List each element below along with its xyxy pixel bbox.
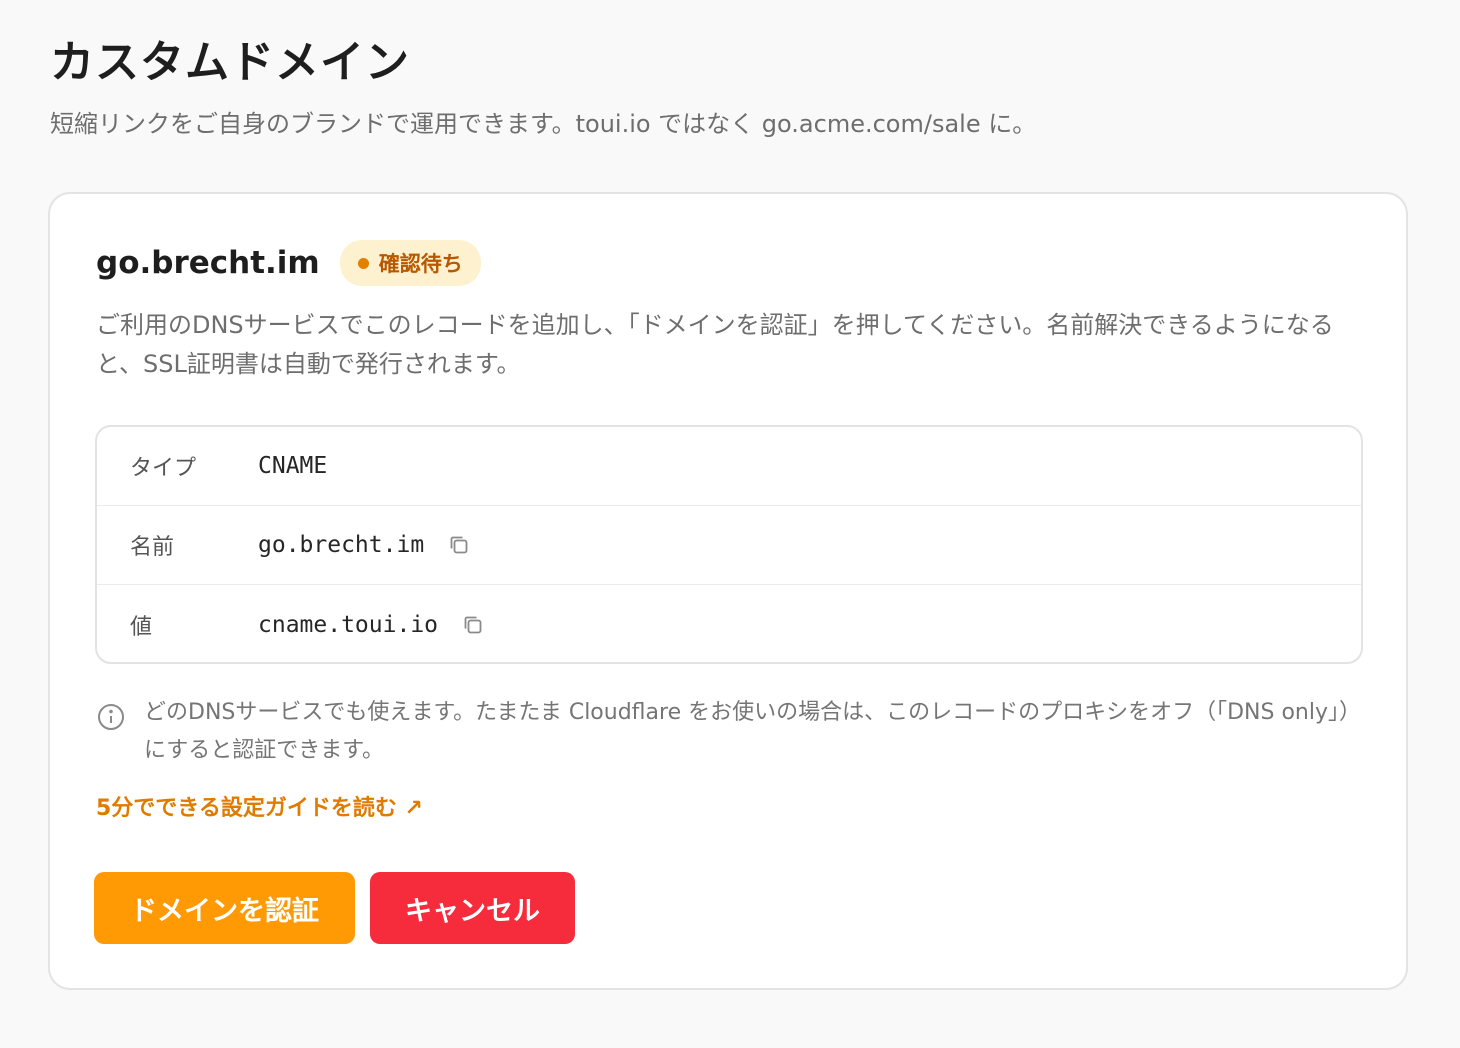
dns-name-value: go.brecht.im: [258, 532, 425, 558]
dns-record-table: タイプ CNAME 名前 go.brecht.im 値 cname.toui.i…: [95, 425, 1363, 664]
status-dot-icon: [357, 257, 369, 269]
custom-domain-card: go.brecht.im 確認待ち ご利用のDNSサービスでこのレコードを追加し…: [48, 192, 1408, 990]
domain-name: go.brecht.im: [96, 245, 320, 281]
domain-header: go.brecht.im 確認待ち: [96, 240, 481, 286]
dns-type-value: CNAME: [258, 453, 328, 479]
dns-value-label: 値: [130, 614, 153, 640]
page-title: カスタムドメイン: [50, 37, 410, 88]
cancel-button[interactable]: キャンセル: [370, 872, 575, 944]
copy-value-icon[interactable]: [462, 614, 484, 636]
dns-row-value: 値 cname.toui.io: [97, 585, 1361, 662]
dns-row-type: タイプ CNAME: [97, 427, 1361, 506]
dns-type-label: タイプ: [130, 456, 197, 481]
setup-instructions: ご利用のDNSサービスでこのレコードを追加し、「ドメインを認証」を押してください…: [96, 311, 1334, 378]
note-text: どのDNSサービスでも使えます。たまたま Cloudflare をお使いの場合は…: [144, 700, 1361, 763]
status-label: 確認待ち: [378, 252, 463, 276]
verify-domain-button[interactable]: ドメインを認証: [94, 872, 355, 944]
dns-note: どのDNSサービスでも使えます。たまたま Cloudflare をお使いの場合は…: [96, 694, 1366, 770]
info-icon: [96, 702, 126, 770]
dns-row-name: 名前 go.brecht.im: [97, 506, 1361, 585]
setup-guide-link[interactable]: 5分でできる設定ガイドを読む ↗: [96, 790, 423, 822]
page-subtitle: 短縮リンクをご自身のブランドで運用できます。toui.io ではなく go.ac…: [50, 110, 1037, 138]
copy-name-icon[interactable]: [448, 534, 470, 556]
dns-name-label: 名前: [130, 535, 175, 560]
status-badge: 確認待ち: [339, 240, 481, 286]
dns-value-value: cname.toui.io: [258, 611, 439, 638]
